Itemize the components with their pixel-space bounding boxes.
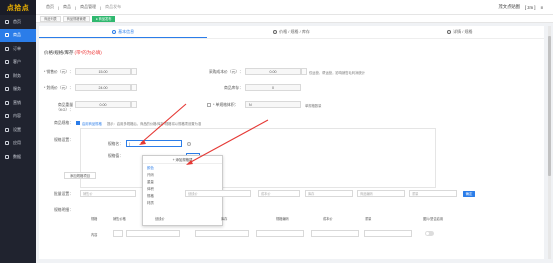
- scrollbar-thumb[interactable]: [548, 36, 551, 176]
- annotation-arrowhead-1: [139, 140, 146, 145]
- annotation-arrows: [139, 103, 269, 165]
- annotation-arrow-2: [188, 119, 269, 164]
- page-scrollbar[interactable]: [548, 26, 551, 259]
- annotation-arrowhead-2: [186, 160, 193, 165]
- annotation-arrow-1: [140, 103, 187, 144]
